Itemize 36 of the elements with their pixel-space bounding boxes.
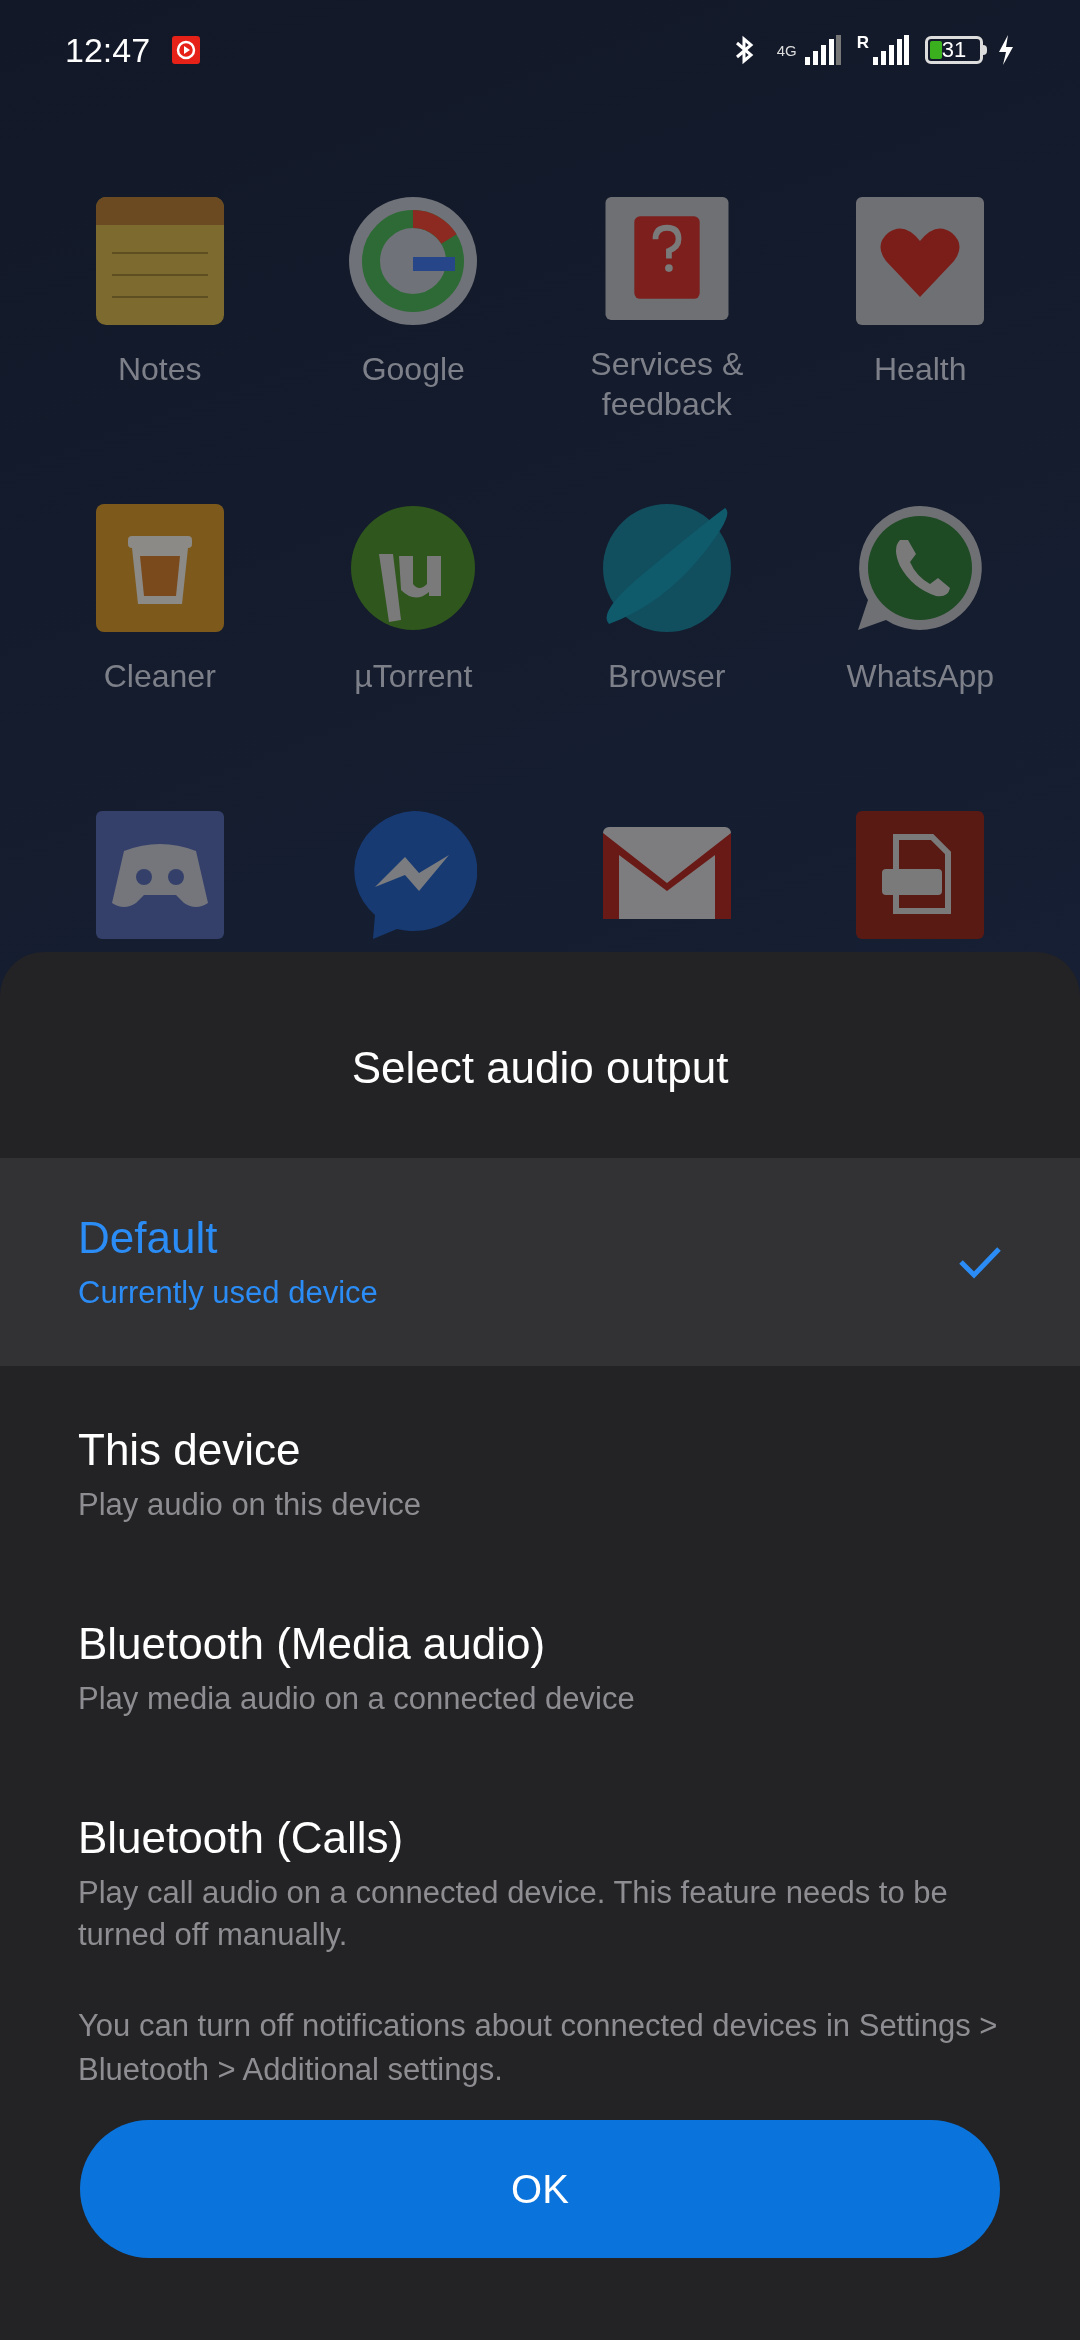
app-label[interactable]: µTorrent [303, 656, 524, 696]
status-time: 12:47 [65, 29, 151, 71]
audio-option[interactable]: Default Currently used device [0, 1158, 1080, 1366]
app-label[interactable]: Health [810, 349, 1031, 389]
letter-circle-icon [349, 197, 478, 325]
option-subtitle: Play audio on this device [78, 1486, 422, 1524]
app-label[interactable]: WhatsApp [810, 656, 1031, 696]
phone-chat-icon [856, 504, 985, 632]
ok-button[interactable]: OK [80, 2120, 1000, 2258]
network-type-label: 4G [776, 42, 797, 58]
option-title: Bluetooth (Calls) [78, 1812, 405, 1864]
app-label[interactable]: Cleaner [49, 656, 270, 696]
app-label[interactable]: Notes [49, 349, 270, 389]
signal-icon [871, 35, 909, 65]
option-title: Bluetooth (Media audio) [78, 1618, 547, 1670]
app-label[interactable]: Browser [556, 656, 777, 696]
option-title: Default [78, 1212, 219, 1264]
trash-bin-icon [95, 504, 224, 632]
checkmark-icon [958, 1245, 1002, 1279]
option-subtitle: Currently used device [78, 1274, 379, 1312]
option-subtitle: Play call audio on a connected device. This feature needs to be turned off manually. [78, 1874, 949, 1954]
planet-icon [602, 504, 731, 632]
mu-circle-icon [349, 504, 478, 632]
app-label[interactable]: Services & feedback [556, 344, 777, 424]
option-subtitle: Play media audio on a connected device [78, 1680, 636, 1718]
app-label[interactable]: Google [303, 349, 524, 389]
archive-file-icon [856, 811, 985, 939]
roaming-label: R [856, 32, 869, 54]
sheet-title: Select audio output [350, 1042, 730, 1094]
notepad-icon [95, 197, 224, 325]
note-text: You can turn off notifications about connected devices in Settings > Bluetooth > Additional settings. [77, 2007, 999, 2089]
battery-indicator: 31 [925, 36, 983, 64]
video-play-icon [172, 36, 201, 64]
option-title: This device [78, 1424, 302, 1476]
gamepad-icon [95, 811, 224, 939]
signal-icon [802, 35, 841, 65]
